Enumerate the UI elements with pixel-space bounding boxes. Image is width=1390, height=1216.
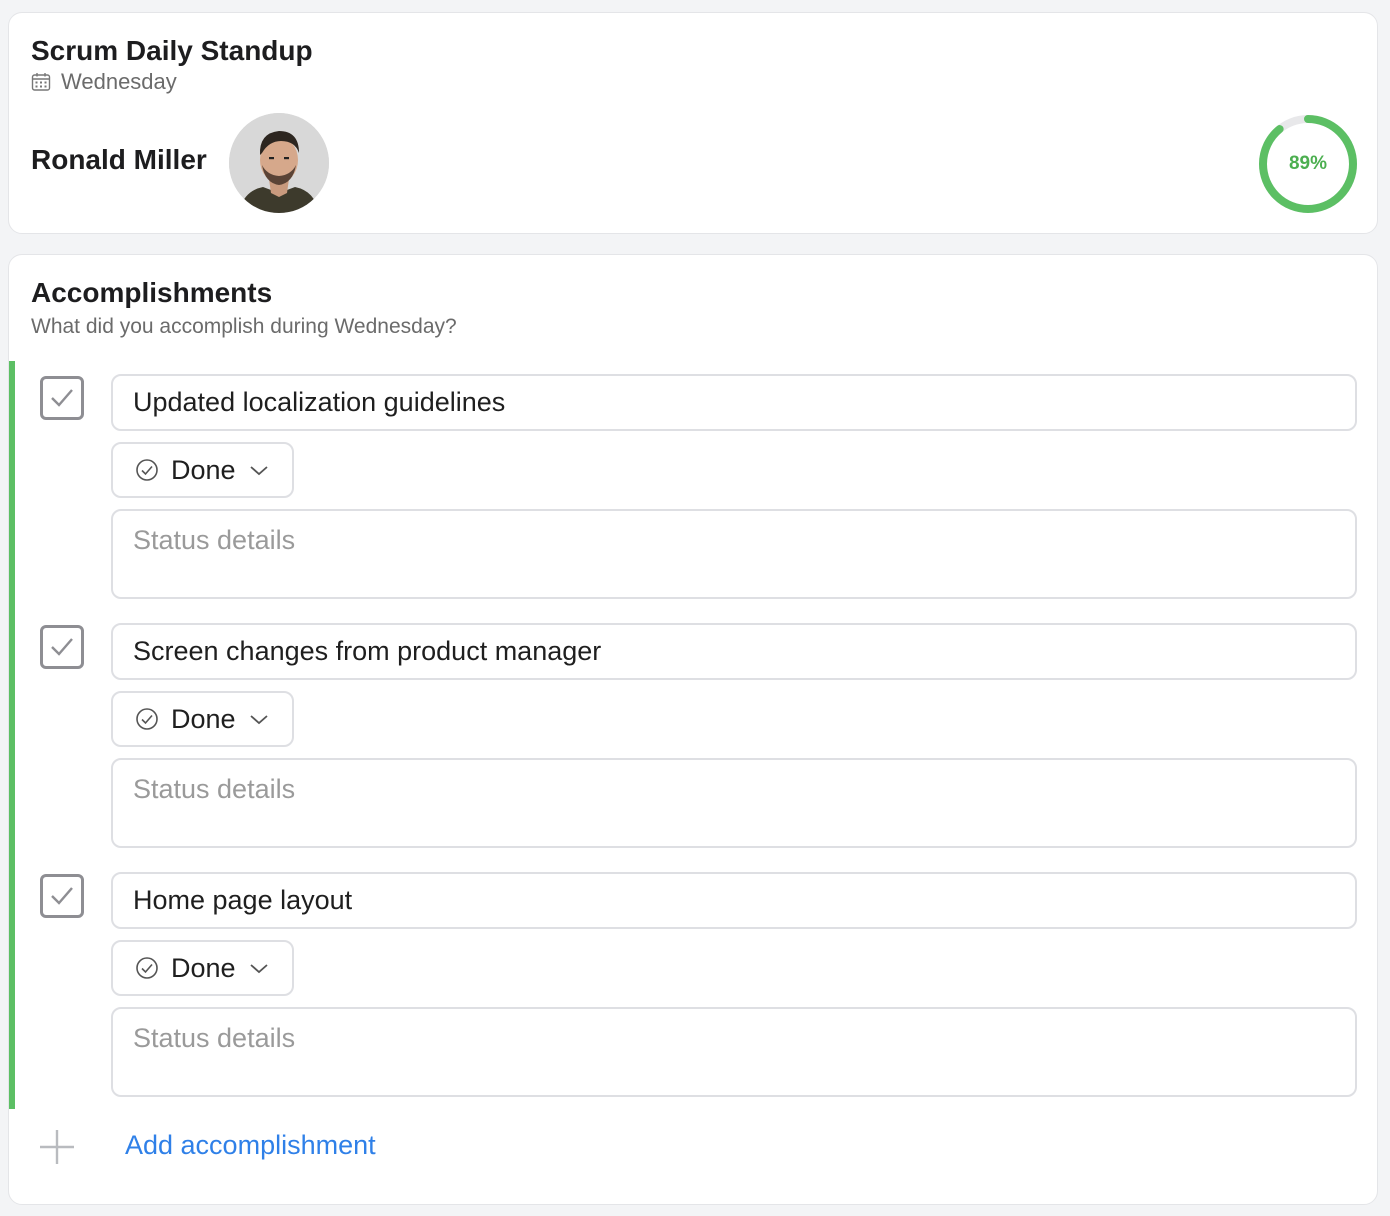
status-dropdown[interactable]: Done bbox=[111, 940, 294, 996]
check-circle-icon bbox=[136, 708, 158, 730]
checkmark-icon bbox=[51, 887, 73, 905]
accomplishment-item: Done bbox=[9, 612, 1377, 861]
accomplishment-item: Done bbox=[9, 363, 1377, 612]
status-label: Done bbox=[171, 952, 236, 983]
progress-percent: 89% bbox=[1288, 153, 1328, 174]
standup-header-card: Scrum Daily Standup Wednesday Ronald Mil… bbox=[8, 12, 1378, 234]
task-checkbox[interactable] bbox=[40, 625, 84, 669]
add-accomplishment-row[interactable] bbox=[39, 1127, 75, 1167]
chevron-down-icon bbox=[249, 466, 268, 476]
status-details-input[interactable] bbox=[111, 1007, 1357, 1097]
checkmark-icon bbox=[51, 389, 73, 407]
task-checkbox[interactable] bbox=[40, 376, 84, 420]
day-label: Wednesday bbox=[61, 69, 177, 94]
task-title-input[interactable] bbox=[111, 872, 1357, 929]
calendar-icon bbox=[31, 72, 51, 92]
section-title: Accomplishments bbox=[31, 277, 273, 308]
checkmark-icon bbox=[51, 638, 73, 656]
user-name: Ronald Miller bbox=[31, 144, 207, 175]
task-title-input[interactable] bbox=[111, 374, 1357, 431]
accomplishment-item: Done bbox=[9, 861, 1377, 1110]
plus-icon[interactable] bbox=[39, 1129, 75, 1165]
page-title: Scrum Daily Standup bbox=[31, 35, 313, 66]
status-details-input[interactable] bbox=[111, 509, 1357, 599]
chevron-down-icon bbox=[249, 964, 268, 974]
chevron-down-icon bbox=[249, 715, 268, 725]
status-dropdown[interactable]: Done bbox=[111, 442, 294, 498]
task-title-input[interactable] bbox=[111, 623, 1357, 680]
check-circle-icon bbox=[136, 459, 158, 481]
add-accomplishment-link[interactable]: Add accomplishment bbox=[125, 1130, 376, 1161]
status-label: Done bbox=[171, 454, 236, 485]
section-subtitle: What did you accomplish during Wednesday… bbox=[31, 315, 457, 338]
date-row: Wednesday bbox=[31, 69, 177, 95]
status-dropdown[interactable]: Done bbox=[111, 691, 294, 747]
task-checkbox[interactable] bbox=[40, 874, 84, 918]
progress-ring: 89% bbox=[1257, 113, 1359, 215]
status-details-input[interactable] bbox=[111, 758, 1357, 848]
avatar[interactable] bbox=[229, 113, 329, 213]
accomplishments-card: Accomplishments What did you accomplish … bbox=[8, 254, 1378, 1205]
check-circle-icon bbox=[136, 957, 158, 979]
status-label: Done bbox=[171, 703, 236, 734]
